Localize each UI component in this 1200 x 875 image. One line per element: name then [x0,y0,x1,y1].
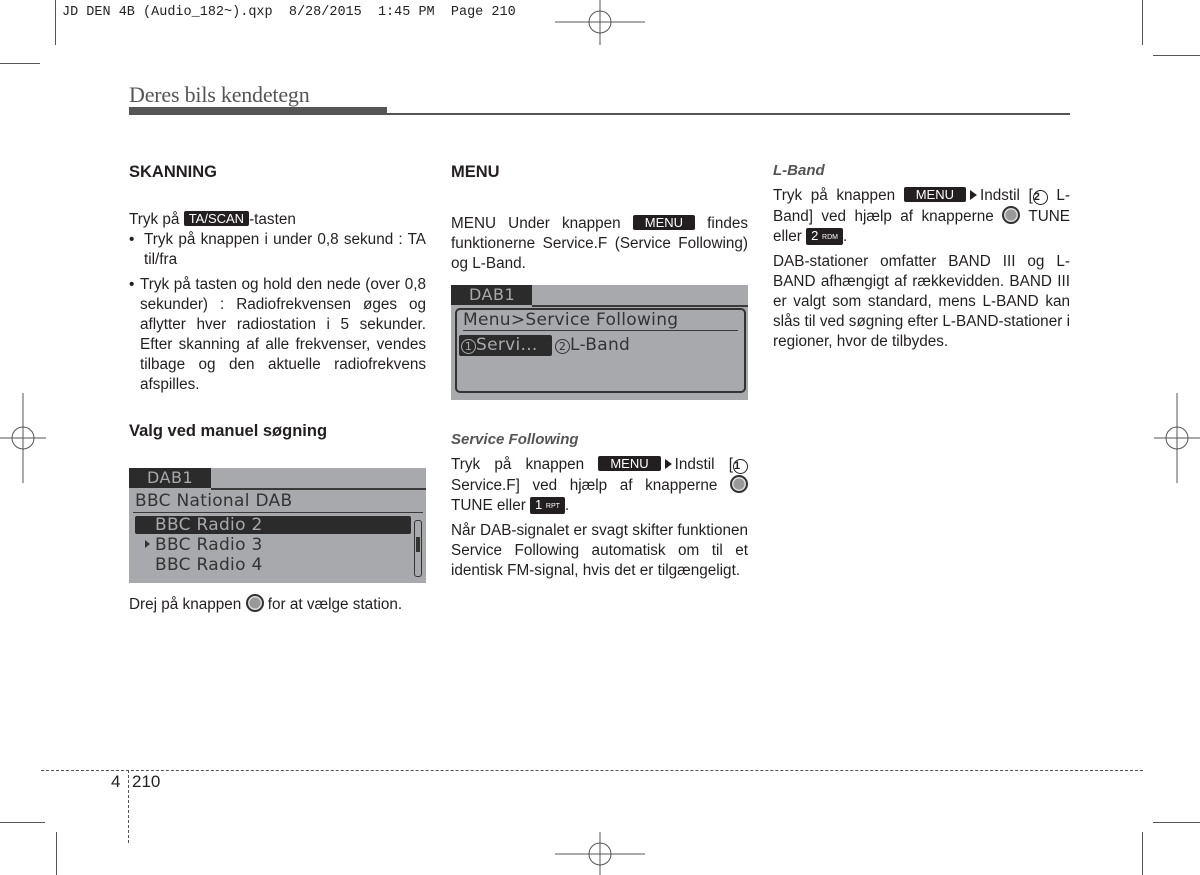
screen-tab-label: DAB1 [451,285,532,305]
service-following-section: Service Following Tryk på knappen MENU In… [451,430,749,581]
bullet-item: Tryk på tasten og hold den nede (over 0,… [129,275,426,395]
scrollbar-thumb[interactable] [416,537,420,552]
service-following-steps: Tryk på knappen MENU Indstil [1 Service.F… [451,455,749,516]
registration-mark-left [0,393,46,483]
screen-rule [463,330,738,331]
step-text: Indstil [ [674,456,733,473]
crop-mark [0,63,40,64]
screen-title: BBC National DAB [135,491,293,511]
step-text: TUNE eller [451,497,531,514]
option-label: L-Band [570,335,631,355]
section-heading-manual-search: Valg ved manuel søgning [129,422,328,440]
crop-mark [0,822,45,823]
screen-rule [211,488,426,490]
arrow-right-icon [969,190,977,200]
bullet-item: Tryk på knappen i under 0,8 sekund : TA … [129,230,426,270]
caption-text: Drej på knappen [129,596,246,613]
screen-title: Menu>Service Following [463,310,679,330]
screen-tab-label: DAB1 [129,468,211,488]
l-band-description: DAB-stationer omfatter BAND III og L-BAN… [773,253,1070,350]
column-menu: MENU MENU Under knappen MENU findes funk… [451,162,748,274]
menu-key: MENU [632,215,696,230]
option-number-icon: 2 [555,339,570,354]
preset-2-rdm-key: 2 RDM [806,228,843,245]
print-slug: JD DEN 4B (Audio_182~).qxp 8/28/2015 1:4… [62,5,516,20]
section-heading-menu: MENU [451,163,500,181]
step-text: . [842,228,848,245]
registration-mark-top [555,0,645,45]
menu-key: MENU [903,187,966,202]
service-following-menu-screen: DAB1 Menu>Service Following 1 Servi... 2L… [451,285,748,400]
key-number: 1 [535,497,543,512]
station-list-item[interactable]: BBC Radio 2 [155,515,263,535]
preset-1-rpt-key: 1 RPT [530,497,565,514]
tune-knob-icon [245,594,264,612]
crop-mark [1153,55,1200,56]
number-one-icon: 1 [733,459,748,474]
service-following-description: Når DAB-signalet er svagt skifter funkti… [451,522,748,579]
crop-mark [55,0,56,45]
menu-key: MENU [598,456,661,471]
registration-mark-right [1154,393,1200,483]
key-sublabel: RDM [822,234,838,241]
step-text: Tryk på knappen [451,456,599,473]
step-text: . [564,497,570,514]
subheading-service-following: Service Following [451,431,579,448]
intro-text: Tryk på [129,211,184,228]
screen-rule [532,305,748,307]
section-heading-skanning: SKANNING [129,163,218,181]
option-label: Servi... [476,335,538,355]
menu-intro: MENU Under knappen MENU findes funktione… [451,214,748,274]
step-text: Indstil [ [979,187,1033,204]
menu-option-l-band[interactable]: 2 L-Band [555,335,630,355]
registration-mark-bottom [555,832,645,875]
skanning-intro: Tryk på TA/SCAN -tasten [129,210,426,230]
subheading-l-band: L-Band [773,162,825,179]
key-number: 2 [811,228,819,243]
l-band-steps: Tryk på knappen MENU Indstil [2 L-Band] v… [773,186,1070,247]
footer-dashed-rule [41,770,1143,771]
crop-mark [1142,832,1143,875]
number-two-icon: 2 [1032,190,1048,205]
crop-mark [56,832,57,875]
tune-knob-icon [1002,206,1021,224]
key-sublabel: RPT [545,503,560,510]
crop-mark [1142,0,1143,45]
step-text: Service.F] ved hjælp af knapperne [451,477,718,494]
caption-text-end: for at vælge station. [263,596,403,613]
chapter-number: 4 [111,772,121,791]
column-skanning: SKANNING Tryk på TA/SCAN-tasten Tryk på … [129,162,426,441]
screen-rule [133,512,423,513]
intro-text-end: -tasten [249,211,296,228]
tune-knob-icon [730,475,749,493]
step-text: Tryk på knappen [773,187,904,204]
footer-dashed-divider [128,770,129,843]
crop-mark [1153,822,1200,823]
column-l-band: L-Band Tryk på knappen MENU Indstil [2 L-… [773,161,1070,352]
station-list-item[interactable]: BBC Radio 3 [155,535,263,555]
running-header: Deres bils kendetegn [129,82,310,107]
arrow-right-icon [664,459,672,469]
dab-station-list-screen: DAB1 BBC National DAB BBC Radio 2 BBC Ra… [129,468,426,583]
intro-text: MENU Under knappen [451,215,633,232]
menu-option-service-following[interactable]: 1 Servi... [461,335,538,355]
ta-scan-key: TA/SCAN [183,211,250,226]
header-rule-thin [387,113,1070,115]
option-number-icon: 1 [461,339,476,354]
header-rule-thick [129,107,387,115]
skanning-bullets: Tryk på knappen i under 0,8 sekund : TA … [129,230,426,395]
playing-indicator-icon [145,540,150,548]
manual-search-caption: Drej på knappen for at vælge station. [129,594,426,615]
station-list-item[interactable]: BBC Radio 4 [155,555,263,575]
page-number: 210 [132,772,161,791]
